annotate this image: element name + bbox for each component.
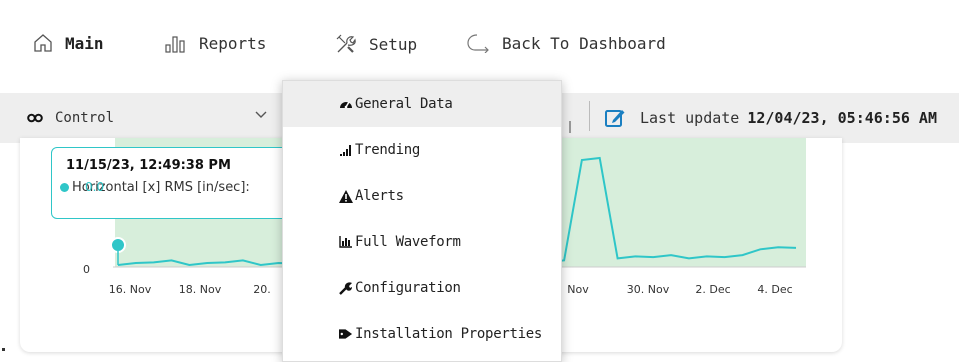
- y-tick-label: 0: [83, 263, 90, 276]
- x-tick-label: 30. Nov: [627, 283, 670, 296]
- warning-icon: [339, 189, 353, 203]
- wrench-icon: [339, 281, 353, 295]
- menu-item-installation-properties[interactable]: Installation Properties: [283, 311, 561, 357]
- tooltip-value: 0.0: [85, 180, 105, 194]
- tooltip-time: 11/15/23, 12:49:38 PM: [66, 158, 231, 173]
- series-marker: [60, 183, 69, 192]
- menu-item-alerts[interactable]: Alerts: [283, 173, 561, 219]
- bar-chart-icon: [339, 235, 353, 249]
- menu-item-label: Installation Properties: [355, 326, 542, 342]
- tag-icon: [339, 327, 353, 341]
- chart-tooltip: 11/15/23, 12:49:38 PM 0.0 Horizontal [x]…: [51, 147, 303, 219]
- x-tick-label: Nov: [567, 283, 589, 296]
- menu-item-label: Configuration: [355, 280, 461, 296]
- x-tick-label: 20.: [253, 283, 271, 296]
- tooltip-series-row: 0.0 Horizontal [x] RMS [in/sec]:: [60, 180, 250, 195]
- menu-item-label: Alerts: [355, 188, 404, 204]
- dashboard-icon: [339, 97, 353, 111]
- x-tick-label: 16. Nov: [109, 283, 152, 296]
- x-tick-label: 4. Dec: [757, 283, 792, 296]
- x-tick-label: 18. Nov: [179, 283, 222, 296]
- setup-dropdown-menu: General Data Trending Alerts Full Wavefo…: [282, 80, 562, 362]
- menu-item-label: Trending: [355, 142, 421, 158]
- menu-item-full-waveform[interactable]: Full Waveform: [283, 219, 561, 265]
- x-tick-label: 2. Dec: [695, 283, 730, 296]
- signal-bars-icon: [339, 143, 353, 157]
- menu-item-trending[interactable]: Trending: [283, 127, 561, 173]
- menu-item-general-data[interactable]: General Data: [283, 81, 561, 127]
- menu-item-configuration[interactable]: Configuration: [283, 265, 561, 311]
- menu-item-label: General Data: [355, 96, 453, 112]
- highlight-point: [110, 237, 126, 253]
- menu-item-label: Full Waveform: [355, 234, 461, 250]
- stray-dot: [2, 348, 5, 351]
